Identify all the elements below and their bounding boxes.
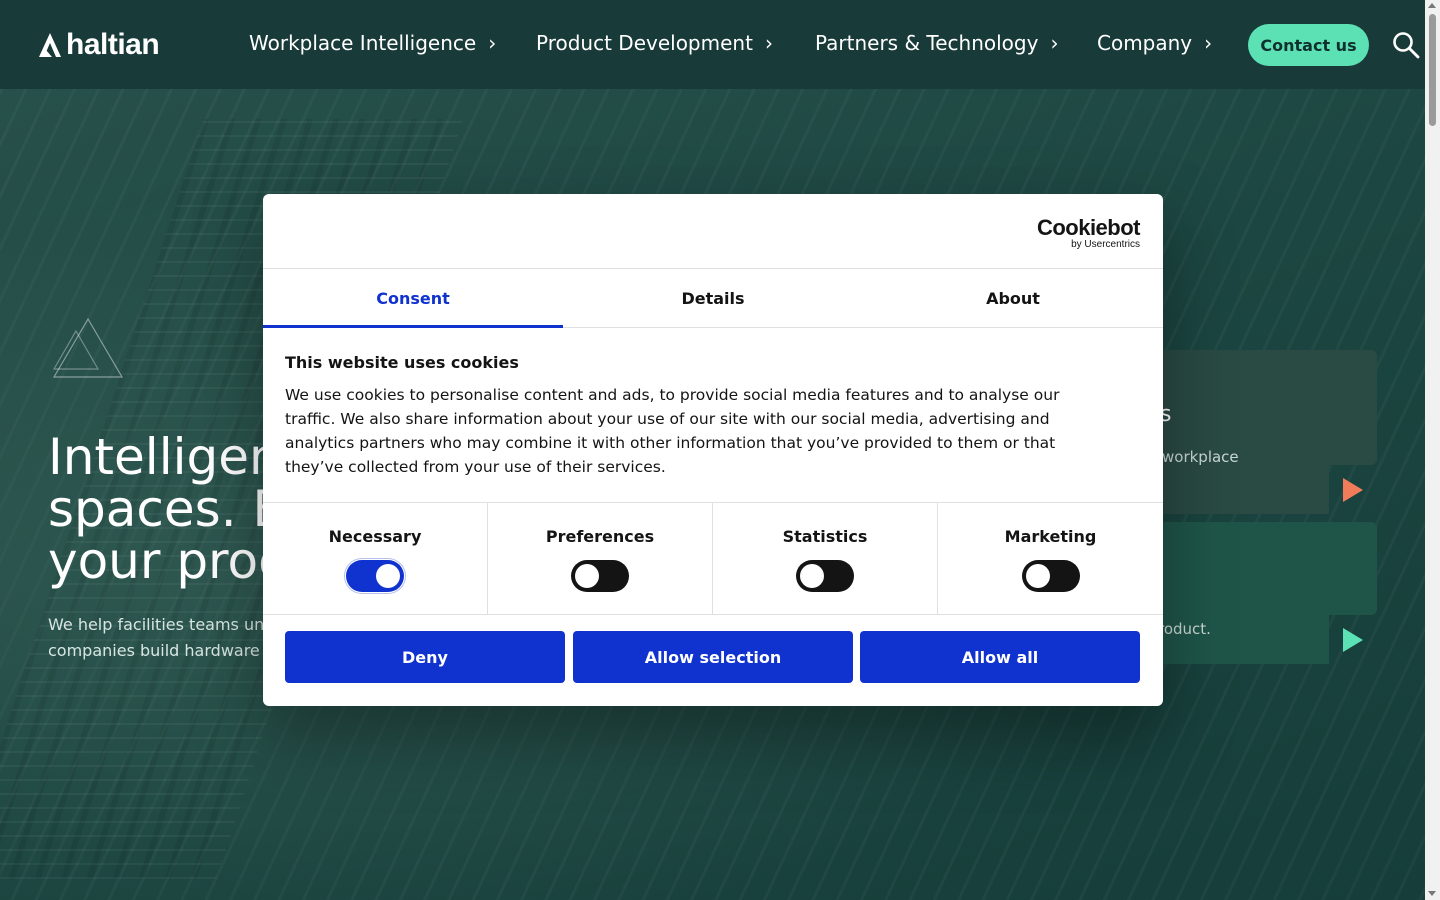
dialog-heading: This website uses cookies: [285, 353, 519, 372]
nav-label: Product Development: [536, 31, 753, 55]
cookiebot-logo[interactable]: Cookiebot by Usercentrics: [1036, 215, 1141, 251]
cookiebot-byline: by Usercentrics: [1071, 239, 1140, 250]
chevron-right-icon: ›: [1204, 31, 1213, 55]
nav-workplace-intelligence[interactable]: Workplace Intelligence ›: [249, 31, 496, 55]
tab-details[interactable]: Details: [563, 269, 863, 327]
nav-company[interactable]: Company ›: [1097, 31, 1212, 55]
chevron-right-icon: ›: [764, 31, 773, 55]
play-arrow-icon[interactable]: [1343, 478, 1363, 502]
category-label: Statistics: [782, 527, 868, 546]
allow-selection-button[interactable]: Allow selection: [573, 631, 853, 683]
toggle-knob: [800, 564, 824, 588]
hero-subtitle: We help facilities teams un companies bu…: [48, 615, 265, 660]
chevron-right-icon: ›: [1050, 31, 1059, 55]
tab-about[interactable]: About: [863, 269, 1163, 327]
category-label: Preferences: [545, 527, 655, 546]
preferences-toggle[interactable]: [571, 560, 629, 592]
deny-button[interactable]: Deny: [285, 631, 565, 683]
category-preferences: Preferences: [488, 503, 713, 614]
scroll-down-icon[interactable]: [1428, 891, 1436, 896]
dialog-tabs: Consent Details About: [263, 269, 1163, 328]
site-header: haltian Workplace Intelligence › Product…: [0, 0, 1425, 89]
haltian-logo-text: haltian: [66, 28, 160, 61]
nav-label: Company: [1097, 31, 1193, 55]
triangle-logo-icon: [52, 317, 124, 378]
toggle-knob: [376, 564, 400, 588]
dialog-header: Cookiebot by Usercentrics: [263, 194, 1163, 269]
category-marketing: Marketing: [938, 503, 1163, 614]
allow-all-button[interactable]: Allow all: [860, 631, 1140, 683]
cookie-consent-dialog: Cookiebot by Usercentrics Consent Detail…: [263, 194, 1163, 706]
haltian-logo[interactable]: haltian: [38, 28, 160, 61]
search-icon[interactable]: [1392, 31, 1420, 59]
tab-consent[interactable]: Consent: [263, 269, 563, 328]
toggle-knob: [575, 564, 599, 588]
statistics-toggle[interactable]: [796, 560, 854, 592]
play-arrow-icon[interactable]: [1343, 628, 1363, 652]
nav-label: Partners & Technology: [815, 31, 1039, 55]
haltian-logo-icon: [39, 33, 61, 57]
page-scrollbar[interactable]: [1425, 0, 1440, 900]
dialog-description: We use cookies to personalise content an…: [285, 386, 1060, 476]
contact-us-button[interactable]: Contact us: [1248, 24, 1369, 66]
category-statistics: Statistics: [713, 503, 938, 614]
category-label: Marketing: [1004, 527, 1097, 546]
scrollbar-thumb[interactable]: [1429, 14, 1436, 126]
nav-product-development[interactable]: Product Development ›: [536, 31, 773, 55]
nav-partners-technology[interactable]: Partners & Technology ›: [815, 31, 1058, 55]
cookie-category-toggles: Necessary Preferences Statistics Marketi…: [263, 502, 1163, 615]
chevron-right-icon: ›: [488, 31, 497, 55]
category-necessary: Necessary: [263, 503, 488, 614]
scroll-up-icon[interactable]: [1428, 3, 1436, 8]
cookiebot-wordmark: Cookiebot: [1036, 215, 1141, 240]
hero-title: Intelligen spaces. E your proc: [48, 428, 286, 590]
dialog-body: This website uses cookies We use cookies…: [263, 328, 1163, 502]
nav-label: Workplace Intelligence: [249, 31, 477, 55]
category-label: Necessary: [328, 527, 422, 546]
product-card-text: roduct.: [1158, 620, 1211, 638]
necessary-toggle[interactable]: [346, 560, 404, 592]
marketing-toggle[interactable]: [1021, 560, 1080, 592]
workplace-card-text: workplace: [1162, 448, 1239, 466]
toggle-knob: [1025, 564, 1050, 588]
dialog-actions: Deny Allow selection Allow all: [263, 615, 1163, 705]
